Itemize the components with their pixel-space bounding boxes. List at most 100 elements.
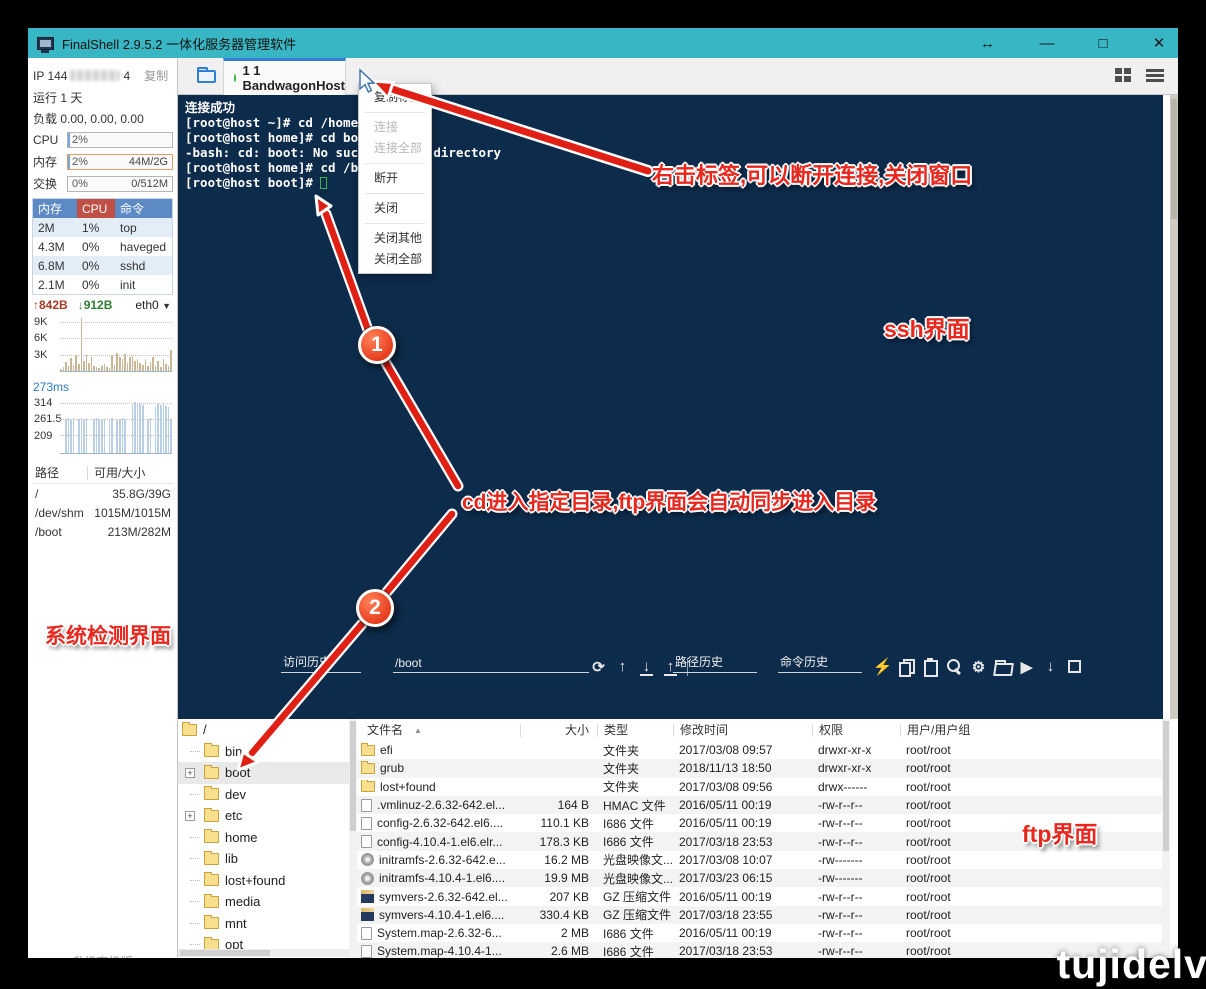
connection-status-icon[interactable]: ⚡ bbox=[873, 657, 892, 676]
tree-item-etc[interactable]: +etc bbox=[178, 805, 349, 827]
chart-bar bbox=[137, 359, 139, 371]
column-header-0[interactable]: 文件名▲ bbox=[357, 724, 520, 737]
folder-icon bbox=[204, 831, 219, 843]
terminal-scrollbar[interactable] bbox=[1170, 95, 1178, 719]
menu-item[interactable]: 关闭全部 bbox=[359, 249, 431, 270]
file-name: symvers-4.10.4-1.el6.... bbox=[357, 908, 520, 922]
file-cell: 19.9 MB bbox=[520, 871, 597, 885]
tree-horizontal-scrollbar[interactable] bbox=[178, 949, 349, 957]
process-row: 2.1M0%init bbox=[33, 275, 172, 294]
tree-item-media[interactable]: media bbox=[178, 891, 349, 913]
meter-bar: 2%44M/2G bbox=[67, 154, 173, 170]
title-bar[interactable]: FinalShell 2.9.5.2 一体化服务器管理软件 ↔ — □ ✕ bbox=[28, 28, 1178, 58]
open-folder-icon[interactable] bbox=[993, 657, 1012, 676]
tree-item-home[interactable]: home bbox=[178, 827, 349, 849]
connection-manager-button[interactable] bbox=[190, 63, 224, 90]
file-row[interactable]: initramfs-4.10.4-1.el6....19.9 MB光盘映像文..… bbox=[357, 869, 1162, 887]
file-table-scrollbar[interactable] bbox=[1162, 719, 1170, 958]
file-name-text: symvers-4.10.4-1.el6.... bbox=[379, 908, 504, 922]
run-icon[interactable]: ▶ bbox=[1017, 657, 1036, 676]
file-cell: I686 文件 bbox=[597, 925, 673, 942]
file-name: System.map-2.6.32-6... bbox=[357, 926, 520, 940]
tree-item-boot[interactable]: + boot bbox=[178, 762, 349, 784]
column-header-2[interactable]: 类型 bbox=[597, 724, 673, 737]
file-row[interactable]: symvers-4.10.4-1.el6....330.4 KBGZ 压缩文件2… bbox=[357, 906, 1162, 924]
download-arrow-icon[interactable]: ↓ bbox=[1041, 657, 1060, 676]
tree-item-label: boot bbox=[225, 765, 250, 780]
proc-cpu: 0% bbox=[77, 275, 115, 294]
resize-swap-icon[interactable]: ↔ bbox=[980, 28, 995, 58]
menu-item[interactable]: 断开 bbox=[359, 168, 431, 189]
file-cell: I686 文件 bbox=[597, 833, 673, 850]
tree-item-mnt[interactable]: mnt bbox=[178, 913, 349, 935]
menu-item[interactable]: 复制标签 bbox=[359, 87, 431, 108]
copy-ip-button[interactable]: 复制 bbox=[144, 67, 168, 84]
minimize-button[interactable]: — bbox=[1036, 35, 1058, 52]
column-header-5[interactable]: 用户/用户组 bbox=[900, 724, 1010, 737]
file-row[interactable]: grub文件夹2018/11/13 18:50drwxr-xr-xroot/ro… bbox=[357, 759, 1162, 777]
column-header-4[interactable]: 权限 bbox=[812, 724, 900, 737]
file-row[interactable]: efi文件夹2017/03/08 09:57drwxr-xr-xroot/roo… bbox=[357, 741, 1162, 759]
gz-icon bbox=[361, 908, 374, 921]
chart-bar bbox=[157, 404, 159, 453]
disc-icon bbox=[361, 872, 374, 885]
file-row[interactable]: initramfs-2.6.32-642.e...16.2 MB光盘映像文...… bbox=[357, 851, 1162, 869]
refresh-icon[interactable]: ⟳ bbox=[589, 657, 608, 676]
copy-icon[interactable] bbox=[897, 657, 916, 676]
menu-item[interactable]: 关闭其他 bbox=[359, 228, 431, 249]
menu-item[interactable]: 关闭 bbox=[359, 198, 431, 219]
tree-item-[interactable]: / bbox=[178, 719, 349, 741]
path-history-dropdown[interactable]: 路径历史 bbox=[673, 653, 757, 673]
file-row[interactable]: .vmlinuz-2.6.32-642.el...164 BHMAC 文件201… bbox=[357, 796, 1162, 814]
tab-bandwagonhost[interactable]: 1 1 BandwagonHost bbox=[223, 58, 346, 95]
file-row[interactable]: System.map-2.6.32-6...2 MBI686 文件2016/05… bbox=[357, 924, 1162, 942]
tree-item-dev[interactable]: dev bbox=[178, 784, 349, 806]
caret-down-icon: ▼ bbox=[162, 301, 171, 311]
tree-scrollbar[interactable] bbox=[349, 719, 357, 958]
file-icon bbox=[361, 927, 372, 940]
proc-mem: 2.1M bbox=[33, 278, 77, 292]
menu-item[interactable]: 连接全部 bbox=[359, 138, 431, 159]
path-input[interactable]: /boot bbox=[393, 656, 589, 673]
paste-icon[interactable] bbox=[921, 657, 940, 676]
download-icon[interactable]: ↓ bbox=[637, 657, 656, 676]
upgrade-link[interactable]: 升级高级版 bbox=[28, 953, 177, 958]
file-row[interactable]: symvers-2.6.32-642.el...207 KBGZ 压缩文件201… bbox=[357, 887, 1162, 905]
chart-bar bbox=[116, 353, 118, 371]
new-window-icon[interactable] bbox=[1065, 657, 1084, 676]
file-row[interactable]: lost+found文件夹2017/03/08 09:56drwx------r… bbox=[357, 778, 1162, 796]
chart-bar bbox=[170, 350, 172, 371]
layout-grid-icon[interactable] bbox=[1115, 68, 1132, 83]
tree-item-lib[interactable]: lib bbox=[178, 848, 349, 870]
interface-selector[interactable]: eth0 ▼ bbox=[135, 298, 171, 312]
tree-item-lostfound[interactable]: lost+found bbox=[178, 870, 349, 892]
settings-gear-icon[interactable]: ⚙ bbox=[969, 657, 988, 676]
window-title: FinalShell 2.9.5.2 一体化服务器管理软件 bbox=[62, 34, 296, 53]
chart-bar bbox=[152, 357, 154, 371]
meter-percent: 0% bbox=[72, 178, 88, 190]
file-name: initramfs-4.10.4-1.el6.... bbox=[357, 871, 520, 885]
parent-dir-icon[interactable]: ↑ bbox=[613, 657, 632, 676]
file-cell: root/root bbox=[900, 853, 1010, 867]
menu-item[interactable]: 连接 bbox=[359, 117, 431, 138]
search-icon[interactable] bbox=[945, 657, 964, 676]
file-name: lost+found bbox=[357, 780, 520, 794]
visit-history-dropdown[interactable]: 访问历史 bbox=[281, 653, 361, 673]
column-header-3[interactable]: 修改时间 bbox=[673, 724, 812, 737]
expander-icon[interactable]: + bbox=[185, 768, 195, 778]
tree-item-label: mnt bbox=[225, 916, 247, 931]
command-history-dropdown[interactable]: 命令历史 bbox=[778, 653, 862, 673]
maximize-button[interactable]: □ bbox=[1092, 35, 1114, 52]
file-cell: 2017/03/08 09:57 bbox=[673, 743, 812, 757]
disk-row: /boot213M/282M bbox=[32, 522, 173, 541]
close-button[interactable]: ✕ bbox=[1148, 34, 1170, 52]
chart-bar bbox=[101, 420, 103, 453]
tree-item-bin[interactable]: bin bbox=[178, 741, 349, 763]
file-cell: -rw-r--r-- bbox=[812, 798, 900, 812]
expander-icon[interactable]: + bbox=[185, 811, 195, 821]
file-row[interactable]: System.map-4.10.4-1...2.6 MBI686 文件2017/… bbox=[357, 942, 1162, 958]
column-header-1[interactable]: 大小 bbox=[520, 724, 597, 737]
menu-burger-icon[interactable] bbox=[1146, 68, 1164, 83]
chart-bar bbox=[168, 407, 170, 453]
file-name: initramfs-2.6.32-642.e... bbox=[357, 853, 520, 867]
